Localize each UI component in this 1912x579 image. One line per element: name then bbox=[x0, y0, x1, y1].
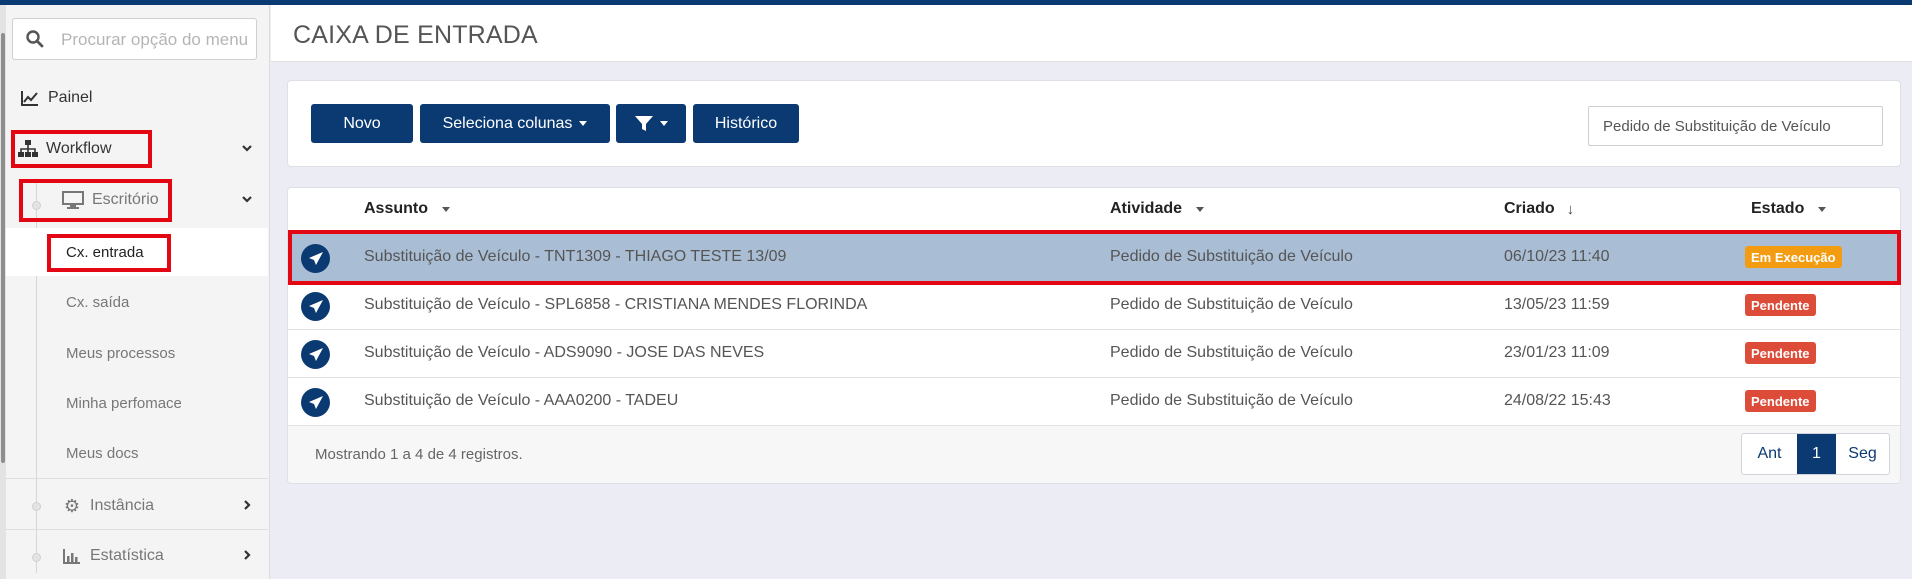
toolbar-card: Novo Seleciona colunas Histórico bbox=[287, 80, 1901, 167]
highlight-box-selected-row bbox=[288, 230, 1901, 285]
status-badge: Pendente bbox=[1745, 294, 1816, 316]
table-row[interactable]: Substituição de Veículo - AAA0200 - TADE… bbox=[288, 377, 1900, 425]
cell-atividade: Pedido de Substituição de Veículo bbox=[1110, 392, 1353, 409]
table-footer: Mostrando 1 a 4 de 4 registros. Ant 1 Se… bbox=[288, 425, 1900, 483]
history-button[interactable]: Histórico bbox=[693, 104, 799, 143]
menu-search-input[interactable] bbox=[61, 27, 253, 53]
caret-down-icon bbox=[659, 121, 668, 126]
sort-caret-icon bbox=[1196, 206, 1205, 212]
column-header-estado[interactable]: Estado bbox=[1751, 200, 1827, 218]
cell-assunto: Substituição de Veículo - AAA0200 - TADE… bbox=[364, 392, 679, 409]
chevron-right-icon bbox=[244, 500, 251, 510]
sidebar-item-meus-docs[interactable]: Meus docs bbox=[66, 435, 139, 471]
sidebar-item-instancia[interactable]: ⚙ Instância bbox=[0, 484, 268, 528]
paper-plane-icon bbox=[301, 292, 330, 321]
pagination-next[interactable]: Seg bbox=[1836, 434, 1889, 474]
sidebar-item-label: Cx. saída bbox=[66, 293, 130, 311]
line-chart-icon bbox=[20, 88, 40, 108]
sidebar-divider bbox=[6, 529, 268, 530]
table-row[interactable]: Substituição de Veículo - ADS9090 - JOSE… bbox=[288, 329, 1900, 377]
table-row[interactable]: Substituição de Veículo - SPL6858 - CRIS… bbox=[288, 281, 1900, 329]
pagination: Ant 1 Seg bbox=[1741, 433, 1890, 475]
status-badge: Pendente bbox=[1745, 342, 1816, 364]
chevron-right-icon bbox=[244, 550, 251, 560]
cell-assunto: Substituição de Veículo - SPL6858 - CRIS… bbox=[364, 296, 868, 313]
highlight-box-escritorio bbox=[19, 179, 172, 222]
pagination-page-1[interactable]: 1 bbox=[1797, 434, 1836, 474]
filter-icon bbox=[634, 115, 653, 131]
bar-chart-icon bbox=[62, 546, 82, 566]
chevron-down-icon bbox=[242, 145, 252, 152]
status-badge: Pendente bbox=[1745, 390, 1816, 412]
sidebar-item-label: Meus processos bbox=[66, 344, 176, 362]
caret-down-icon bbox=[579, 121, 588, 126]
menu-search-box bbox=[12, 18, 257, 60]
column-header-atividade[interactable]: Atividade bbox=[1110, 200, 1205, 218]
column-header-label: Atividade bbox=[1110, 200, 1183, 217]
paper-plane-icon bbox=[301, 340, 330, 369]
sidebar-item-label: Instância bbox=[90, 497, 155, 514]
select-columns-button[interactable]: Seleciona colunas bbox=[420, 104, 610, 143]
sort-caret-icon bbox=[1818, 206, 1827, 212]
sidebar-item-label: Painel bbox=[48, 89, 93, 106]
column-header-assunto[interactable]: Assunto bbox=[364, 200, 450, 218]
highlight-box-cx-entrada bbox=[47, 234, 171, 272]
sidebar: Painel Workflow Escritório Cx. entrada C… bbox=[0, 5, 270, 579]
search-icon bbox=[26, 30, 44, 48]
column-header-label: Assunto bbox=[364, 200, 428, 217]
history-button-label: Histórico bbox=[714, 114, 778, 132]
cell-atividade: Pedido de Substituição de Veículo bbox=[1110, 344, 1353, 361]
sort-arrow-down-icon: ↓ bbox=[1566, 200, 1575, 218]
sidebar-item-painel[interactable]: Painel bbox=[0, 76, 268, 120]
chevron-down-icon bbox=[242, 196, 252, 203]
page-title: CAIXA DE ENTRADA bbox=[293, 21, 538, 49]
sidebar-item-estatistica[interactable]: Estatística bbox=[0, 534, 268, 578]
sidebar-item-label: Meus docs bbox=[66, 444, 139, 462]
cell-atividade: Pedido de Substituição de Veículo bbox=[1110, 296, 1353, 313]
new-button-label: Novo bbox=[343, 114, 381, 132]
sidebar-divider bbox=[6, 478, 268, 479]
cell-assunto: Substituição de Veículo - ADS9090 - JOSE… bbox=[364, 344, 765, 361]
sidebar-item-label: Minha perfomace bbox=[66, 394, 182, 412]
page-header: CAIXA DE ENTRADA bbox=[271, 5, 1912, 62]
sidebar-item-label: Estatística bbox=[90, 547, 164, 564]
filter-text-input[interactable] bbox=[1588, 106, 1883, 146]
new-button[interactable]: Novo bbox=[311, 104, 413, 143]
sidebar-item-meus-processos[interactable]: Meus processos bbox=[66, 335, 175, 371]
column-header-criado[interactable]: Criado ↓ bbox=[1504, 200, 1574, 218]
cell-criado: 23/01/23 11:09 bbox=[1504, 344, 1610, 361]
records-info: Mostrando 1 a 4 de 4 registros. bbox=[315, 446, 523, 463]
column-header-label: Criado bbox=[1504, 200, 1555, 217]
highlight-box-workflow bbox=[11, 130, 152, 168]
gear-icon: ⚙ bbox=[63, 495, 81, 516]
column-header-label: Estado bbox=[1751, 200, 1805, 217]
sidebar-item-minha-perfomace[interactable]: Minha perfomace bbox=[66, 385, 182, 421]
pagination-prev[interactable]: Ant bbox=[1742, 434, 1797, 474]
sidebar-item-cx-saida[interactable]: Cx. saída bbox=[66, 284, 129, 320]
cell-criado: 24/08/22 15:43 bbox=[1504, 392, 1611, 409]
paper-plane-icon bbox=[301, 388, 330, 417]
sort-caret-icon bbox=[442, 206, 450, 212]
cell-criado: 13/05/23 11:59 bbox=[1504, 296, 1610, 313]
select-columns-label: Seleciona colunas bbox=[442, 114, 573, 132]
filter-button[interactable] bbox=[616, 104, 686, 143]
